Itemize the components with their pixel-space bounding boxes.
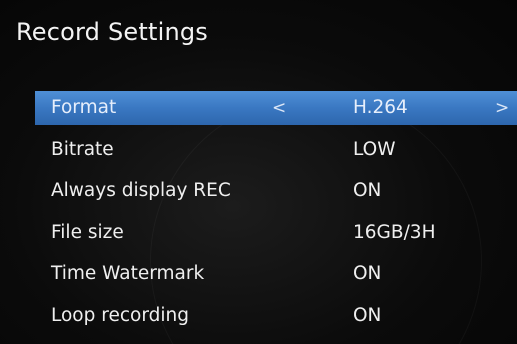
- menu-item-label: Bitrate: [51, 138, 114, 160]
- page-title: Record Settings: [16, 18, 208, 46]
- menu-item-value: ON: [353, 180, 382, 201]
- menu-item-time-watermark[interactable]: Time Watermark ON: [35, 257, 517, 291]
- menu-item-label: Always display REC: [51, 180, 231, 201]
- settings-menu: Format < H.264 > Bitrate LOW Always disp…: [35, 91, 517, 340]
- menu-item-file-size[interactable]: File size 16GB/3H: [35, 216, 517, 250]
- menu-item-label: Format: [51, 97, 117, 118]
- menu-item-value: LOW: [353, 138, 396, 160]
- record-settings-screen: Record Settings Format < H.264 > Bitrate…: [0, 0, 517, 344]
- menu-item-value: ON: [353, 263, 382, 284]
- chevron-left-icon[interactable]: <: [272, 91, 286, 125]
- menu-item-format[interactable]: Format < H.264 >: [35, 91, 517, 125]
- menu-item-always-display-rec[interactable]: Always display REC ON: [35, 174, 517, 208]
- menu-item-label: Loop recording: [51, 304, 189, 326]
- menu-item-bitrate[interactable]: Bitrate LOW: [35, 133, 517, 167]
- menu-item-label: File size: [51, 221, 124, 243]
- menu-item-value: H.264: [353, 97, 408, 118]
- menu-item-loop-recording[interactable]: Loop recording ON: [35, 299, 517, 333]
- menu-item-value: 16GB/3H: [353, 221, 436, 243]
- chevron-right-icon[interactable]: >: [495, 91, 509, 125]
- menu-item-value: ON: [353, 304, 382, 326]
- menu-item-label: Time Watermark: [51, 263, 205, 284]
